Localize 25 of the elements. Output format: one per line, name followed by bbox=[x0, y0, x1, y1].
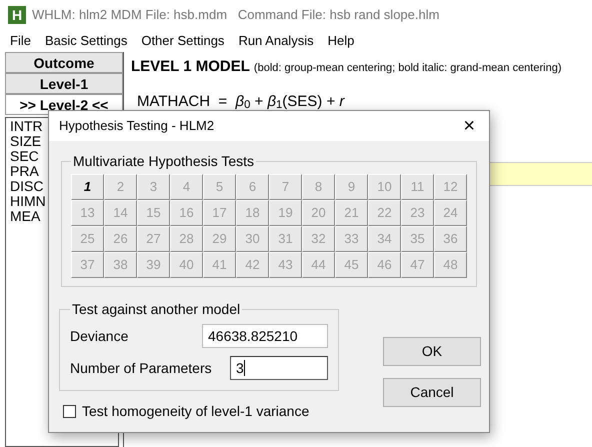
side-button[interactable]: Level-1 bbox=[5, 73, 123, 94]
app-logo-icon: H bbox=[8, 6, 26, 24]
dialog-button[interactable]: OK bbox=[383, 337, 481, 366]
field-label: Deviance bbox=[70, 326, 128, 346]
checkbox-label: Test homogeneity of level-1 variance bbox=[82, 402, 310, 421]
hypothesis-button[interactable]: 1 bbox=[71, 174, 104, 200]
menu-item[interactable]: Help bbox=[328, 31, 354, 51]
field-label: Number of Parameters bbox=[70, 358, 212, 378]
close-button[interactable]: × bbox=[459, 116, 479, 136]
model-note: (bold: group-mean centering; bold italic: grand-mean centering) bbox=[254, 61, 562, 76]
checkbox[interactable] bbox=[63, 405, 76, 418]
window-title: WHLM: hlm2 MDM File: hsb.mdm Command File: hsb rand slope.hlm bbox=[32, 6, 440, 24]
model-equation: MATHACH = β$_{0}$ + β$_{1}$(SES) + r bbox=[137, 92, 346, 113]
dialog-button[interactable]: Cancel bbox=[383, 378, 481, 407]
dialog-title: Hypothesis Testing - HLM2 bbox=[59, 117, 214, 136]
menu-item[interactable]: Basic Settings bbox=[44, 31, 128, 51]
input-field[interactable]: 46638.825210 bbox=[202, 324, 328, 348]
menu-item[interactable]: File bbox=[10, 31, 31, 51]
group-title: Multivariate Hypothesis Tests bbox=[73, 153, 254, 169]
input-field[interactable]: 3 bbox=[230, 356, 328, 380]
group-title: Test against another model bbox=[72, 301, 240, 317]
menu-item[interactable]: Other Settings bbox=[141, 31, 224, 51]
model-heading: LEVEL 1 MODEL bbox=[131, 57, 250, 77]
side-button[interactable]: Outcome bbox=[5, 52, 123, 73]
menu-item[interactable]: Run Analysis bbox=[238, 31, 314, 51]
